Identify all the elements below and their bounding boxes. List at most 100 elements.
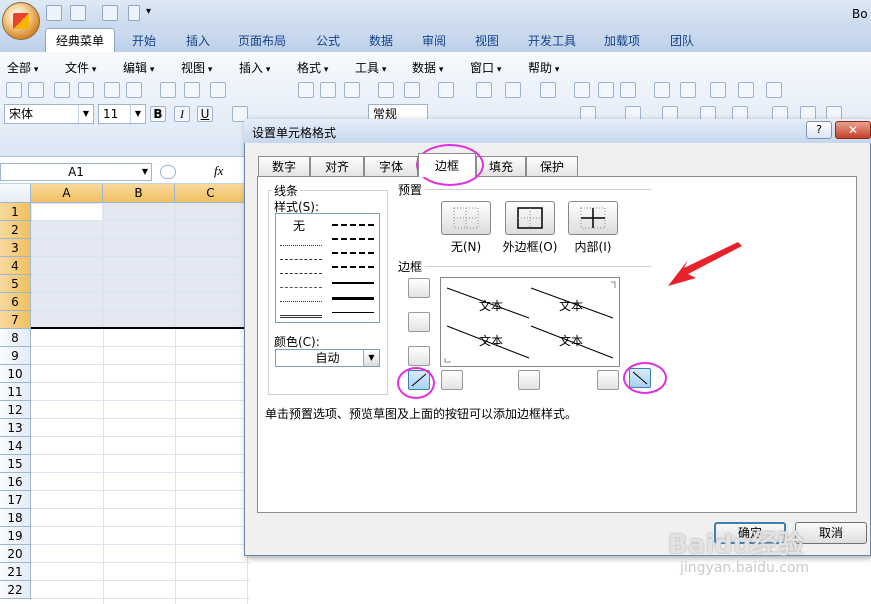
table-row[interactable]	[31, 347, 250, 365]
border-bottom-button[interactable]	[408, 346, 430, 366]
line-style-thick[interactable]	[332, 297, 374, 300]
line-style-none[interactable]: 无	[293, 217, 305, 234]
line-style-medium-dash-dot[interactable]	[332, 252, 374, 254]
tab-add-ins[interactable]: 加载项	[594, 30, 650, 52]
border-middle-horizontal-button[interactable]	[408, 312, 430, 332]
line-style-slant-dash[interactable]	[332, 238, 374, 240]
quick-access-dropdown-icon[interactable]	[128, 5, 140, 21]
copy-icon[interactable]	[320, 82, 336, 98]
name-box[interactable]: A1 ▼	[0, 163, 152, 181]
tab-data[interactable]: 数据	[359, 30, 403, 52]
save-file-icon[interactable]	[54, 82, 70, 98]
fx-icon[interactable]: fx	[214, 163, 223, 179]
macro-icon[interactable]	[738, 82, 754, 98]
print-icon[interactable]	[160, 82, 176, 98]
hyperlink-icon[interactable]	[476, 82, 492, 98]
save-as-icon[interactable]	[78, 82, 94, 98]
line-style-dotted[interactable]	[280, 245, 322, 246]
border-right-button[interactable]	[597, 370, 619, 390]
tab-view[interactable]: 视图	[465, 30, 509, 52]
office-button[interactable]	[2, 2, 40, 40]
row-header[interactable]: 1	[0, 203, 31, 221]
tab-font[interactable]: 字体	[364, 156, 418, 176]
row-header[interactable]: 13	[0, 419, 31, 437]
table-row[interactable]	[31, 527, 250, 545]
border-preview[interactable]: 文本 文本 文本 文本	[440, 277, 620, 367]
row-header[interactable]: 18	[0, 509, 31, 527]
tab-team[interactable]: 团队	[660, 30, 704, 52]
row-header[interactable]: 4	[0, 257, 31, 275]
undo-icon[interactable]	[70, 5, 86, 21]
table-row[interactable]	[31, 419, 250, 437]
formula-cancel-icon[interactable]	[160, 165, 176, 179]
menu-edit[interactable]: 编辑	[123, 60, 154, 76]
row-header[interactable]: 2	[0, 221, 31, 239]
bold-button[interactable]: B	[150, 106, 166, 122]
chart-icon[interactable]	[654, 82, 670, 98]
menu-window[interactable]: 窗口	[470, 60, 501, 76]
autosum-icon[interactable]	[505, 82, 521, 98]
table-row[interactable]	[31, 383, 250, 401]
filter-icon[interactable]	[620, 82, 636, 98]
underline-button[interactable]: U	[197, 106, 213, 122]
tab-number[interactable]: 数字	[258, 156, 310, 176]
border-middle-vertical-button[interactable]	[518, 370, 540, 390]
print-preview-icon[interactable]	[184, 82, 200, 98]
line-style-list[interactable]: 无	[275, 213, 380, 323]
table-row[interactable]	[31, 509, 250, 527]
tab-protection[interactable]: 保护	[526, 156, 578, 176]
redo-toolbar-icon[interactable]	[438, 82, 454, 98]
row-header[interactable]: 22	[0, 581, 31, 599]
line-style-medium-dash-dot-dot[interactable]	[332, 224, 374, 226]
pdf-icon[interactable]	[104, 82, 120, 98]
font-size-select[interactable]: 11 ▼	[98, 104, 146, 124]
row-header[interactable]: 10	[0, 365, 31, 383]
table-row[interactable]	[31, 401, 250, 419]
menu-all[interactable]: 全部	[7, 60, 38, 76]
preset-outline-button[interactable]	[505, 201, 555, 235]
border-top-button[interactable]	[408, 278, 430, 298]
sort-ascending-icon[interactable]	[574, 82, 590, 98]
sort-descending-icon[interactable]	[598, 82, 614, 98]
line-style-fine-dash[interactable]	[280, 259, 322, 260]
tab-page-layout[interactable]: 页面布局	[228, 30, 296, 52]
cut-icon[interactable]	[298, 82, 314, 98]
function-icon[interactable]	[540, 82, 556, 98]
menu-file[interactable]: 文件	[65, 60, 96, 76]
line-style-double[interactable]	[280, 315, 322, 318]
row-header[interactable]: 20	[0, 545, 31, 563]
tab-alignment[interactable]: 对齐	[310, 156, 364, 176]
table-row[interactable]	[31, 563, 250, 581]
row-header[interactable]: 3	[0, 239, 31, 257]
column-header-c[interactable]: C	[175, 184, 247, 203]
row-header[interactable]: 7	[0, 311, 31, 329]
table-icon[interactable]	[710, 82, 726, 98]
column-header-b[interactable]: B	[103, 184, 175, 203]
preset-inside-button[interactable]	[568, 201, 618, 235]
tab-border[interactable]: 边框	[418, 153, 476, 177]
row-header[interactable]: 6	[0, 293, 31, 311]
row-header[interactable]: 9	[0, 347, 31, 365]
redo-icon[interactable]	[102, 5, 118, 21]
tab-insert[interactable]: 插入	[176, 30, 220, 52]
row-header[interactable]: 14	[0, 437, 31, 455]
row-header[interactable]: 12	[0, 401, 31, 419]
row-header[interactable]: 11	[0, 383, 31, 401]
open-folder-icon[interactable]	[28, 82, 44, 98]
new-file-icon[interactable]	[6, 82, 22, 98]
select-all-corner[interactable]	[0, 184, 31, 203]
row-header[interactable]: 19	[0, 527, 31, 545]
pivot-icon[interactable]	[680, 82, 696, 98]
table-row[interactable]	[31, 491, 250, 509]
tab-home[interactable]: 开始	[122, 30, 166, 52]
line-style-dash-dot[interactable]	[280, 273, 322, 274]
row-header[interactable]: 17	[0, 491, 31, 509]
table-row[interactable]	[31, 455, 250, 473]
font-name-select[interactable]: 宋体 ▼	[4, 104, 94, 124]
line-style-thin[interactable]	[332, 312, 374, 313]
menu-tools[interactable]: 工具	[355, 60, 386, 76]
menu-view[interactable]: 视图	[181, 60, 212, 76]
help-button[interactable]: ?	[806, 121, 832, 139]
undo-toolbar-icon[interactable]	[404, 82, 420, 98]
paste-icon[interactable]	[344, 82, 360, 98]
